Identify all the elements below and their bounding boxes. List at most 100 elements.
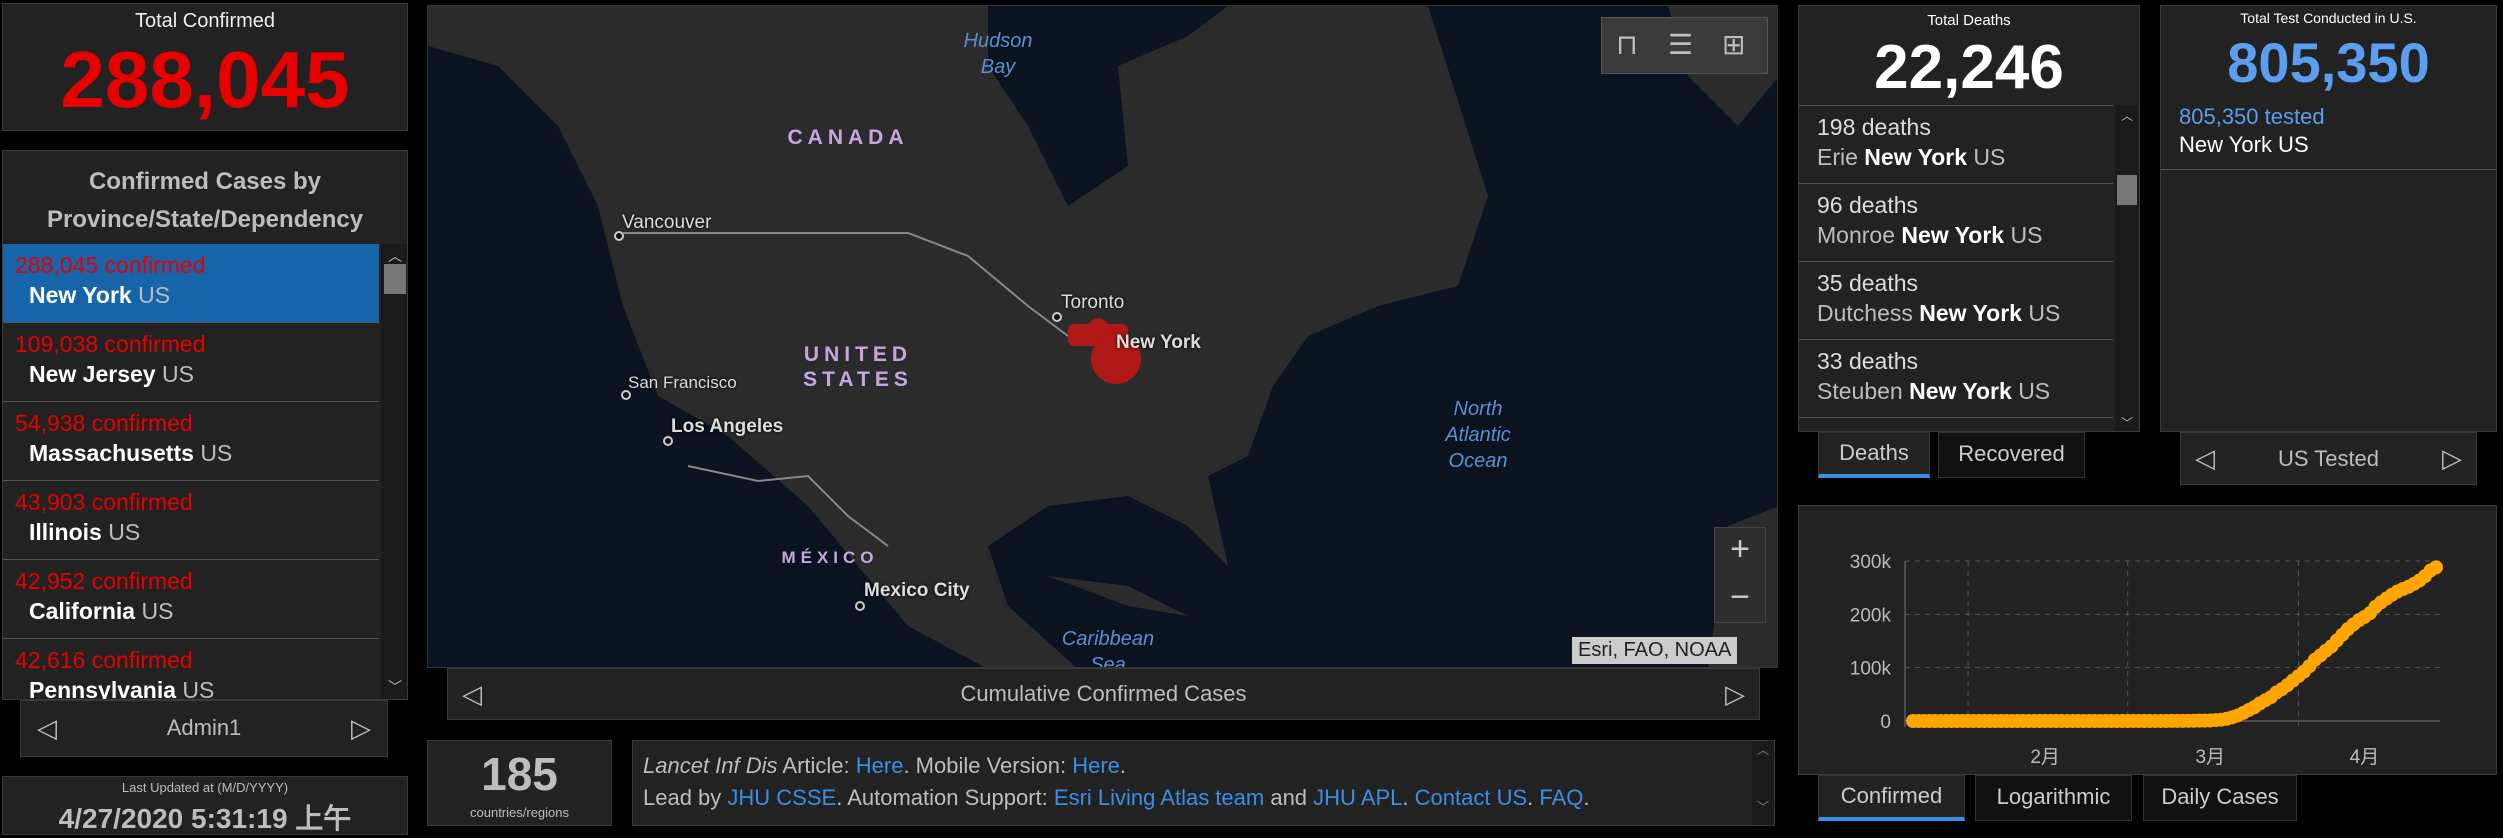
us-tested-footer: ◁ US Tested ▷ <box>2180 432 2477 485</box>
next-arrow-icon[interactable]: ▷ <box>2442 443 2462 474</box>
confirmed-list-item[interactable]: 43,903 confirmed Illinois US <box>3 481 379 560</box>
region-name: Massachusetts US <box>29 440 232 467</box>
country-label: US <box>182 677 215 700</box>
info-panel: Lancet Inf Dis Article: Here. Mobile Ver… <box>632 740 1775 826</box>
map-caption-bar: ◁ Cumulative Confirmed Cases ▷ <box>447 668 1760 720</box>
country-label: US <box>1973 144 2006 170</box>
info-link[interactable]: Contact US <box>1415 785 1528 810</box>
scroll-down-icon[interactable]: ﹀ <box>388 677 402 697</box>
country-label: US <box>2018 378 2051 404</box>
scroll-down-icon[interactable]: ﹀ <box>1752 798 1774 815</box>
list-title-line: Province/State/Dependency <box>46 206 364 233</box>
countries-count-panel: 185 countries/regions <box>427 740 612 826</box>
region-label: Illinois <box>29 519 102 545</box>
x-tick-label: 4月 <box>2350 747 2380 768</box>
zoom-out-button[interactable]: − <box>1715 578 1765 617</box>
state-label: New York <box>1901 222 2005 248</box>
info-text: . <box>1402 785 1415 810</box>
state-label: New York <box>1919 300 2022 326</box>
deaths-list-item[interactable]: 96 deaths Monroe New York US <box>1799 184 2113 262</box>
confirmed-chart: 0 100k 200k 300k 2月 3月 4月 <box>1850 552 2443 768</box>
deaths-list-item[interactable]: 33 deaths Steuben New York US <box>1799 340 2113 418</box>
label-united-states: UNITED STATES <box>778 342 938 392</box>
info-link[interactable]: JHU APL <box>1313 785 1402 810</box>
confirmed-list-item[interactable]: 54,938 confirmed Massachusetts US <box>3 402 379 481</box>
scroll-up-icon[interactable]: ︿ <box>1752 741 1774 758</box>
confirmed-count: 288,045 confirmed <box>15 252 206 278</box>
death-location: Erie New York US <box>1817 144 2005 171</box>
county-label: Dutchess <box>1817 300 1913 326</box>
country-label: US <box>161 361 194 387</box>
scrollbar[interactable]: ︿ ﹀ <box>381 244 407 699</box>
label-line: UNITED <box>803 343 913 366</box>
confirmed-by-region-panel: Confirmed Cases by Province/State/Depend… <box>2 150 408 700</box>
confirmed-list-item[interactable]: 42,616 confirmed Pennsylvania US <box>3 639 379 700</box>
country-label: US <box>108 519 141 545</box>
scroll-up-icon[interactable]: ︿ <box>2121 107 2133 124</box>
info-text: Lead by <box>643 785 728 810</box>
county-label: Monroe <box>1817 222 1895 248</box>
tests-list-item[interactable]: 805,350 tested New York US <box>2161 98 2496 170</box>
confirmed-list-item[interactable]: 288,045 confirmed New York US <box>3 244 379 323</box>
info-link[interactable]: Here <box>856 753 904 778</box>
basemap-gallery-icon[interactable]: ⊞ <box>1722 28 1745 61</box>
tab-confirmed[interactable]: Confirmed <box>1818 775 1965 821</box>
tab-recovered[interactable]: Recovered <box>1938 432 2085 478</box>
map-caption: Cumulative Confirmed Cases <box>960 681 1247 706</box>
info-text: . Mobile Version: <box>903 753 1073 778</box>
total-tests-title: Total Test Conducted in U.S. <box>2240 10 2417 26</box>
tab-logarithmic[interactable]: Logarithmic <box>1975 775 2132 821</box>
deaths-list-item[interactable]: 198 deaths Erie New York US <box>1799 106 2113 184</box>
label-new-york: New York <box>1116 332 1201 353</box>
confirmed-list-item[interactable]: 42,952 confirmed California US <box>3 560 379 639</box>
deaths-list-item[interactable]: 35 deaths Dutchess New York US <box>1799 262 2113 340</box>
label-toronto: Toronto <box>1061 292 1125 313</box>
legend-list-icon[interactable]: ☰ <box>1668 28 1693 61</box>
info-link[interactable]: Esri Living Atlas team <box>1054 785 1264 810</box>
total-tests-panel: Total Test Conducted in U.S. 805,350 805… <box>2160 5 2497 432</box>
tests-region: New York US <box>2179 132 2309 157</box>
scrollbar[interactable]: ︿ ﹀ <box>1752 741 1774 825</box>
next-arrow-icon[interactable]: ▷ <box>351 713 371 744</box>
scroll-down-icon[interactable]: ﹀ <box>2121 414 2133 431</box>
us-tested-label: US Tested <box>2277 446 2380 471</box>
label-line: Bay <box>980 56 1016 78</box>
region-label: Pennsylvania <box>29 677 177 700</box>
y-tick-label: 300k <box>1850 552 1892 573</box>
region-name: New York US <box>29 282 170 309</box>
scroll-up-icon[interactable]: ︿ <box>388 246 402 266</box>
scrollbar[interactable]: ︿ ﹀ <box>2115 105 2139 431</box>
region-name: California US <box>29 598 173 625</box>
north-america-landmass <box>428 6 1488 667</box>
total-deaths-panel: Total Deaths 22,246 198 deaths Erie New … <box>1798 5 2140 432</box>
info-text: . <box>1119 753 1127 778</box>
deaths-count: 35 deaths <box>1817 270 1919 296</box>
deaths-list: 198 deaths Erie New York US 96 deaths Mon… <box>1799 105 2113 431</box>
info-text: Lancet Inf Dis <box>643 753 778 778</box>
total-confirmed-value: 288,045 <box>60 35 350 124</box>
bookmark-icon[interactable]: ⊓ <box>1616 28 1638 61</box>
county-label: Steuben <box>1817 378 1903 404</box>
scroll-thumb[interactable] <box>384 264 406 294</box>
info-text: and <box>1264 785 1314 810</box>
zoom-in-button[interactable]: + <box>1715 530 1765 569</box>
tab-daily-cases[interactable]: Daily Cases <box>2143 775 2297 821</box>
basemap <box>428 6 1777 667</box>
label-canada: CANADA <box>787 126 909 149</box>
deaths-count: 198 deaths <box>1817 114 1931 140</box>
next-arrow-icon[interactable]: ▷ <box>1725 679 1745 710</box>
region-label: Massachusetts <box>29 440 194 466</box>
info-link[interactable]: Here <box>1072 753 1120 778</box>
x-tick-label: 3月 <box>2195 747 2225 768</box>
region-name: Pennsylvania US <box>29 677 215 700</box>
map-view[interactable]: ⊓ ☰ ⊞ Hudson Bay CANADA Vancouver Toronto… <box>427 5 1778 668</box>
tab-deaths[interactable]: Deaths <box>1818 432 1930 478</box>
confirmed-list-item[interactable]: 109,038 confirmed New Jersey US <box>3 323 379 402</box>
label-mexico: MÉXICO <box>781 548 879 567</box>
scroll-thumb[interactable] <box>2117 175 2137 205</box>
total-tests-value: 805,350 <box>2227 31 2430 94</box>
info-link[interactable]: FAQ <box>1539 785 1583 810</box>
info-link[interactable]: JHU CSSE <box>727 785 836 810</box>
cuba-island <box>1048 576 1188 616</box>
country-label: US <box>138 282 171 308</box>
